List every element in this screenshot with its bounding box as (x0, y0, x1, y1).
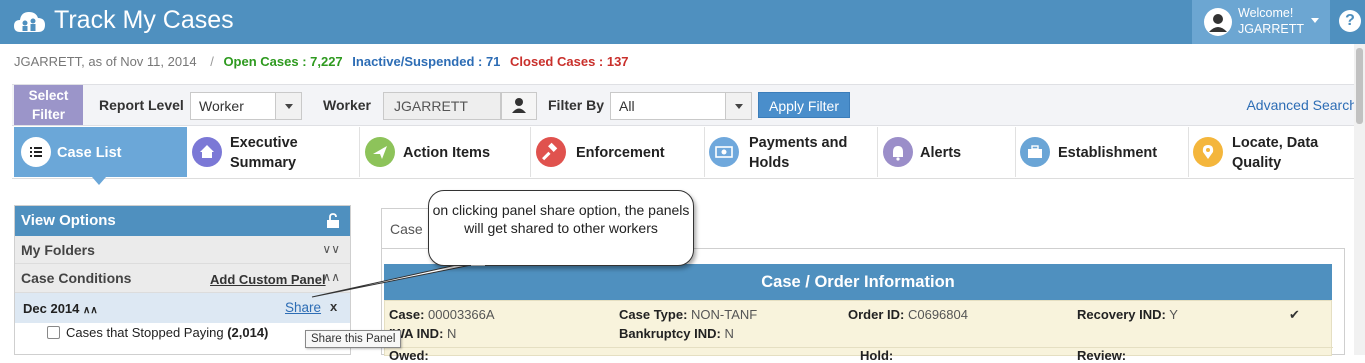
condition-label: Cases that Stopped Paying (66, 325, 224, 340)
view-options-panel: View Options My Folders ∨∨ Case Conditio… (14, 205, 351, 355)
filter-by-label: Filter By (548, 97, 605, 113)
map-marker-icon (1193, 137, 1223, 167)
my-folders-label: My Folders (21, 242, 95, 258)
tab-locate-data-quality[interactable]: Locate, Data Quality (1189, 127, 1353, 177)
tab-label: Executive Summary (230, 135, 298, 171)
condition-checkbox[interactable] (47, 326, 60, 339)
worker-field[interactable]: JGARRETT (383, 92, 501, 120)
avatar (1204, 8, 1232, 36)
list-icon (21, 137, 51, 167)
paper-plane-icon (365, 137, 395, 167)
filter-by-select[interactable]: All (610, 92, 752, 120)
filter-by-value: All (619, 98, 635, 114)
hold-field: Hold: (860, 348, 894, 363)
chevron-down-icon (725, 93, 751, 119)
user-icon (1209, 14, 1227, 32)
tab-label: Locate, Data Quality (1232, 135, 1319, 171)
module-tabs: Case List Executive Summary Action Items… (12, 127, 1363, 185)
tab-alerts[interactable]: Alerts (878, 127, 1015, 177)
tab-label: Enforcement (576, 145, 665, 161)
chevron-down-icon (275, 93, 301, 119)
panel-title: Dec 2014 ∧∧ (23, 301, 98, 316)
separator: / (210, 54, 214, 69)
tab-label: Payments and Holds (749, 135, 848, 171)
scrollbar-thumb[interactable] (1356, 48, 1363, 124)
report-level-value: Worker (199, 98, 244, 114)
cloud-people-logo-icon (14, 12, 45, 32)
top-bar: Track My Cases Welcome! JGARRETT ? (0, 0, 1365, 44)
tab-label: Action Items (403, 145, 491, 161)
case-order-header: Case / Order Information (384, 264, 1332, 300)
report-level-label: Report Level (99, 97, 184, 113)
chevron-down-icon (1311, 18, 1319, 23)
worker-lookup-button[interactable] (501, 92, 537, 120)
order-id-field: Order ID: C0696804 (848, 307, 968, 322)
tab-payments-holds[interactable]: Payments and Holds (705, 127, 877, 177)
case-field: Case: 00003366A (389, 307, 495, 322)
filter-bar: Select Filter Report Level Worker Worker… (12, 84, 1363, 126)
tab-label: Establishment (1058, 145, 1158, 161)
add-custom-panel-link[interactable]: Add Custom Panel (210, 272, 326, 287)
advanced-search-link[interactable]: Advanced Search (1246, 97, 1357, 113)
view-options-title: View Options (21, 212, 116, 229)
user-menu[interactable]: Welcome! JGARRETT (1192, 0, 1330, 44)
home-icon (192, 137, 222, 167)
double-chevron-up-icon: ∧∧ (83, 305, 98, 316)
closed-cases-count[interactable]: Closed Cases : 137 (510, 54, 629, 69)
welcome-text: Welcome! JGARRETT (1238, 5, 1304, 37)
tab-action-items[interactable]: Action Items (360, 127, 530, 177)
app-title: Track My Cases (54, 6, 234, 34)
tab-enforcement[interactable]: Enforcement (531, 127, 704, 177)
report-level-select[interactable]: Worker (190, 92, 302, 120)
sub-table-row: Owed: Hold: Review: (385, 347, 1333, 363)
double-chevron-down-icon: ∨∨ (322, 242, 340, 256)
checkmark-icon: ✔ (1289, 307, 1300, 322)
select-filter-button[interactable]: Select Filter (14, 85, 83, 125)
tab-case-list[interactable]: Case List (14, 127, 187, 185)
help-icon[interactable]: ? (1339, 10, 1361, 32)
case-type-field: Case Type: NON-TANF (619, 307, 758, 322)
apply-filter-button[interactable]: Apply Filter (758, 92, 850, 118)
panel-header: Dec 2014 ∧∧ Share x (15, 293, 350, 323)
inactive-cases-count[interactable]: Inactive/Suspended : 71 (352, 54, 500, 69)
user-as-of: JGARRETT, as of Nov 11, 2014 (14, 54, 197, 69)
tab-label: Case List (57, 145, 122, 161)
briefcase-icon (1020, 137, 1050, 167)
review-field: Review: (1077, 348, 1127, 363)
gavel-icon (536, 137, 566, 167)
owed-field: Owed: (389, 348, 429, 363)
recovery-ind-field: Recovery IND: Y (1077, 307, 1178, 322)
unlock-icon[interactable] (326, 213, 340, 229)
money-icon (709, 137, 739, 167)
case-conditions-label: Case Conditions (21, 270, 132, 286)
condition-item: Cases that Stopped Paying (2,014) (47, 325, 268, 340)
username-label: JGARRETT (1238, 22, 1304, 36)
view-options-header: View Options (15, 206, 350, 236)
share-tooltip: Share this Panel (305, 330, 402, 348)
case-order-body: Case: 00003366A Case Type: NON-TANF Orde… (384, 300, 1333, 363)
share-panel-link[interactable]: Share (285, 300, 321, 315)
user-icon (512, 98, 526, 113)
close-panel-button[interactable]: x (330, 299, 337, 314)
my-folders-row[interactable]: My Folders ∨∨ (15, 236, 350, 264)
tab-executive-summary[interactable]: Executive Summary (187, 127, 359, 177)
double-chevron-up-icon[interactable]: ∧∧ (322, 270, 340, 284)
open-cases-count[interactable]: Open Cases : 7,227 (223, 54, 342, 69)
worker-label: Worker (323, 97, 371, 113)
case-conditions-row: Case Conditions Add Custom Panel ∧∧ (15, 264, 350, 293)
case-summary-bar: JGARRETT, as of Nov 11, 2014 / Open Case… (14, 54, 635, 69)
condition-count: (2,014) (227, 325, 269, 340)
tab-label: Alerts (920, 145, 962, 161)
tab-establishment[interactable]: Establishment (1016, 127, 1188, 177)
bell-icon (883, 137, 913, 167)
welcome-label: Welcome! (1238, 6, 1294, 20)
annotation-callout: on clicking panel share option, the pane… (428, 190, 694, 266)
bankruptcy-ind-field: Bankruptcy IND: N (619, 326, 734, 341)
